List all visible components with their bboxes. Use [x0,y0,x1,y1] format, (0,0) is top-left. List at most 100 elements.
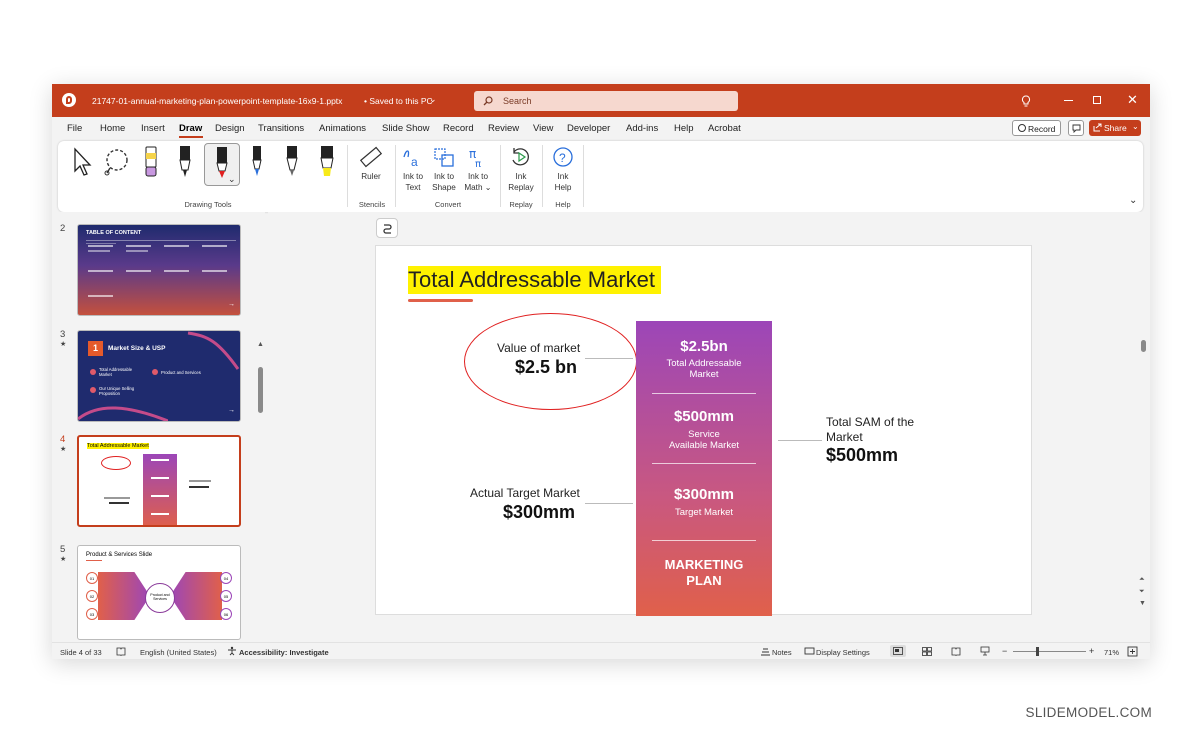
lasso-select-icon[interactable] [102,147,132,177]
zoom-out-icon[interactable]: − [1002,646,1007,656]
status-bar: Slide 4 of 33 English (United States) Ac… [52,642,1150,659]
scroll-down-icon[interactable]: ▼ [1139,600,1146,607]
chevron-down-icon[interactable]: ⌄ [429,94,437,105]
zoom-slider-track[interactable] [1013,651,1086,652]
thumbnail-number-active: 4 [60,434,66,445]
scroll-thumb[interactable] [258,367,263,413]
tab-home[interactable]: Home [100,123,125,134]
sam-market-label-2: Market [826,430,863,444]
fit-to-window-icon[interactable] [1127,646,1138,657]
active-tab-indicator [179,136,203,138]
ribbon-separator [500,145,501,207]
thumbnail-slide-5[interactable]: Product & Services Slide Product and Ser… [77,545,241,640]
animation-star-icon: ★ [60,556,67,563]
ink-to-text-label-2: Text [405,183,421,192]
maximize-icon[interactable] [1093,96,1101,104]
thumbnail-slide-2[interactable]: TABLE OF CONTENT → [77,224,241,316]
thumbnail-num-circle: 04 [220,572,232,584]
tab-add-ins[interactable]: Add-ins [626,123,658,134]
reading-view-icon[interactable] [951,647,961,656]
ruler-button[interactable]: Ruler [356,145,386,182]
accessibility-status[interactable]: Accessibility: Investigate [239,648,329,657]
ink-to-shape-label-1: Ink to [433,172,455,181]
normal-view-button[interactable] [890,645,906,657]
thumbnails-scrollbar[interactable]: ▲ ▼ [257,341,265,659]
highlighter-icon[interactable] [317,144,337,180]
record-button[interactable]: Record [1012,120,1061,136]
search-box[interactable]: Search [474,91,738,111]
tab-transitions[interactable]: Transitions [258,123,304,134]
chevron-down-icon: ⌄ [484,183,492,192]
slide-title[interactable]: Total Addressable Market [408,267,655,292]
sam-label-1: Service [688,429,720,440]
thumbnail-slide-4-active[interactable]: Total Addressable Market [77,435,241,527]
tab-insert[interactable]: Insert [141,123,165,134]
ruler-icon [359,146,383,168]
tab-view[interactable]: View [533,123,553,134]
accessibility-icon [228,646,236,656]
thumbnail-num-circle: 05 [220,590,232,602]
group-stencils-label: Stencils [358,200,386,209]
ink-replay-button[interactable]: Ink Replay [505,145,537,193]
thumbnail-num-circle: 03 [86,608,98,620]
minimize-icon[interactable] [1064,100,1073,101]
zoom-slider-thumb[interactable] [1036,647,1039,656]
ink-replay-label-2: Replay [508,183,534,192]
arrow-right-icon: → [228,301,235,308]
tam-label-2: Market [689,369,719,380]
editor-scroll-thumb[interactable] [1141,340,1146,352]
ink-to-text-button[interactable]: a Ink to Text [398,145,428,193]
tab-record[interactable]: Record [443,123,474,134]
tab-developer[interactable]: Developer [567,123,610,134]
target-market-label: Actual Target Market [470,486,580,500]
market-column: $2.5bn Total Addressable Market $500mm S… [636,321,772,616]
slide-sorter-icon[interactable] [922,647,932,656]
eraser-icon[interactable] [143,145,159,179]
tab-slide-show[interactable]: Slide Show [382,123,430,134]
tab-file[interactable]: File [67,123,82,134]
language[interactable]: English (United States) [140,648,217,657]
zoom-level[interactable]: 71% [1104,648,1119,657]
ink-help-button[interactable]: ? Ink Help [547,145,579,193]
tab-help[interactable]: Help [674,123,694,134]
animation-star-icon: ★ [60,446,67,453]
red-pen-selected[interactable]: ⌄ [204,143,240,186]
svg-text:?: ? [559,151,566,165]
group-help-label: Help [555,200,571,209]
tab-animations[interactable]: Animations [319,123,366,134]
ink-to-math-button[interactable]: ππ Ink to Math ⌄ [461,145,495,193]
zoom-in-icon[interactable]: + [1089,646,1094,656]
notes-button[interactable]: Notes [772,648,792,657]
thumbnail-number: 2 [60,223,66,234]
display-settings-icon [804,647,815,655]
tab-draw[interactable]: Draw [179,123,202,134]
pencil-icon[interactable] [283,144,301,180]
spelling-book-icon[interactable] [116,647,126,656]
lightbulb-icon[interactable] [1021,95,1031,107]
save-status[interactable]: • Saved to this PC [364,96,433,106]
black-pen-icon[interactable] [177,144,193,180]
ribbon-collapse-chevron-icon[interactable]: ⌄ [1129,195,1137,206]
group-convert-label: Convert [434,200,462,209]
tab-acrobat[interactable]: Acrobat [708,123,741,134]
select-pointer-icon[interactable] [72,147,94,177]
scroll-up-icon[interactable]: ▲ [257,341,264,348]
tab-review[interactable]: Review [488,123,519,134]
slide-canvas[interactable]: Total Addressable Market Value of market… [375,245,1032,616]
tab-design[interactable]: Design [215,123,245,134]
share-button[interactable]: Share ⌄ [1089,120,1141,136]
value-of-market-value: $2.5 bn [515,357,578,377]
chevron-down-icon[interactable]: ⌄ [228,174,236,185]
record-label: Record [1028,124,1056,134]
slide-show-icon[interactable] [980,646,990,656]
thumbnail-slide-3[interactable]: 1 Market Size & USP Total Addressable Ma… [77,330,241,422]
designer-button[interactable] [376,218,398,238]
close-icon[interactable]: ✕ [1127,93,1138,106]
comments-button[interactable] [1068,120,1084,136]
tam-value: $2.5bn [680,338,728,355]
previous-slide-icon[interactable]: ⏶ [1139,576,1145,584]
ink-to-shape-button[interactable]: Ink to Shape [429,145,459,193]
blue-pen-icon[interactable] [249,144,265,180]
next-slide-icon[interactable]: ⏷ [1139,588,1145,596]
display-settings-button[interactable]: Display Settings [816,648,870,657]
